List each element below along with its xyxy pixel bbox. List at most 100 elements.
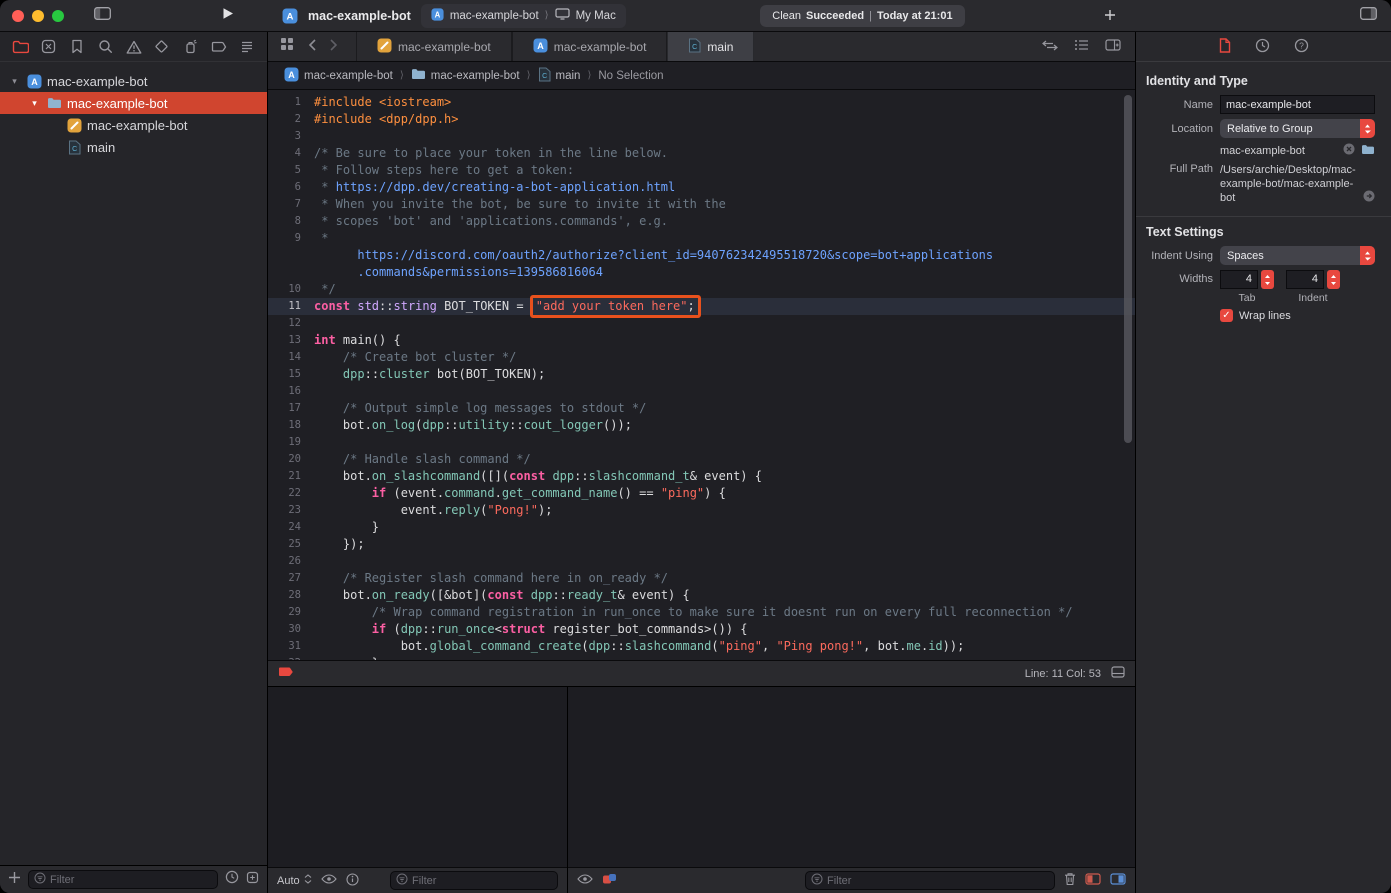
goto-path-arrow-icon[interactable] [1363, 190, 1375, 205]
activity-status[interactable]: Clean Succeeded | Today at 21:01 [760, 5, 964, 27]
find-navigator-icon[interactable] [95, 37, 115, 57]
related-items-icon[interactable] [280, 37, 294, 56]
tab-width-group: 4 Tab [1220, 270, 1274, 304]
test-navigator-icon[interactable] [152, 37, 172, 57]
tree-item[interactable]: mac-example-bot [0, 114, 267, 136]
editor-tab[interactable]: Amac-example-bot [512, 32, 668, 61]
choose-folder-icon[interactable] [1361, 144, 1375, 158]
show-variables-eye-icon[interactable] [321, 874, 337, 887]
new-tab-button[interactable] [1099, 6, 1121, 26]
window-content: ▾Amac-example-bot▾mac-example-botmac-exa… [0, 32, 1391, 893]
code-line: 2#include <dpp/dpp.h> [268, 111, 1135, 128]
clear-console-trash-icon[interactable] [1064, 872, 1076, 889]
source-control-status-filter-icon[interactable] [246, 871, 259, 889]
line-col-indicator: Line: 11 Col: 53 [1025, 668, 1101, 680]
breadcrumb-item[interactable]: Amac-example-bot [284, 67, 393, 85]
code-review-icon[interactable] [1042, 38, 1058, 56]
debug-navigator-icon[interactable] [180, 37, 200, 57]
variables-view[interactable] [268, 687, 567, 867]
add-editor-icon[interactable] [1105, 38, 1121, 56]
console-filter-input[interactable] [827, 875, 1049, 887]
back-chevron-icon[interactable] [308, 38, 316, 56]
indent-width-field[interactable]: 4 [1286, 270, 1324, 289]
line-number: 16 [268, 383, 314, 400]
scheme-target-icon: A [431, 8, 444, 24]
zoom-window-button[interactable] [52, 10, 64, 22]
name-field[interactable] [1220, 95, 1375, 114]
disclosure-chevron-icon[interactable]: ▾ [8, 76, 21, 87]
report-navigator-icon[interactable] [237, 37, 257, 57]
run-button[interactable] [222, 7, 234, 25]
show-output-eye-icon[interactable] [577, 874, 593, 887]
section-divider [1136, 216, 1391, 217]
console-view-toggle-icon[interactable] [1110, 873, 1126, 888]
tab-width-stepper[interactable] [1261, 270, 1274, 289]
tree-item[interactable]: ▾mac-example-bot [0, 92, 267, 114]
variables-filter-field[interactable] [390, 871, 558, 890]
variables-scope-popup[interactable]: Auto [277, 874, 312, 887]
indent-using-value: Spaces [1220, 250, 1360, 262]
line-number: 24 [268, 519, 314, 536]
issue-navigator-icon[interactable] [124, 37, 144, 57]
variables-view-toggle-icon[interactable] [1085, 873, 1101, 888]
code-line: 14 /* Create bot cluster */ [268, 349, 1135, 366]
console-pane-bar [568, 867, 1135, 893]
editor-tab[interactable]: Cmain [667, 32, 754, 61]
console-output[interactable] [568, 687, 1135, 867]
indent-width-stepper[interactable] [1327, 270, 1340, 289]
location-popup[interactable]: Relative to Group [1220, 119, 1375, 138]
tree-item[interactable]: ▾Amac-example-bot [0, 70, 267, 92]
file-reference-row: mac-example-bot [1220, 143, 1375, 158]
quick-help-inspector-icon[interactable]: ? [1294, 38, 1309, 56]
minimize-window-button[interactable] [32, 10, 44, 22]
line-number: 5 [268, 162, 314, 179]
breadcrumb-label: mac-example-bot [304, 70, 393, 82]
breadcrumb-separator: ⟩ [527, 70, 531, 81]
scheme-selector[interactable]: A mac-example-bot ⟩ My Mac [421, 4, 626, 28]
console-filter-field[interactable] [805, 871, 1055, 890]
history-inspector-icon[interactable] [1255, 38, 1270, 56]
source-control-navigator-icon[interactable] [38, 37, 58, 57]
recent-files-filter-icon[interactable] [225, 870, 239, 889]
add-file-button[interactable] [8, 871, 21, 889]
bookmark-navigator-icon[interactable] [67, 37, 87, 57]
disclosure-chevron-icon[interactable]: ▾ [28, 98, 41, 109]
inspector-tab-strip: ? [1136, 32, 1391, 62]
line-number: 18 [268, 417, 314, 434]
project-navigator-icon[interactable] [10, 37, 30, 57]
variables-filter-input[interactable] [412, 875, 552, 887]
file-inspector-panel: Identity and Type Name Location Relative… [1136, 62, 1391, 893]
line-number: 19 [268, 434, 314, 451]
info-icon[interactable] [346, 873, 359, 889]
indent-using-popup[interactable]: Spaces [1220, 246, 1375, 265]
scheme-name[interactable]: mac-example-bot [450, 10, 539, 22]
scheme-destination[interactable]: My Mac [576, 10, 616, 22]
breadcrumb-item[interactable]: No Selection [598, 70, 663, 82]
file-inspector-icon[interactable] [1219, 38, 1231, 56]
close-window-button[interactable] [12, 10, 24, 22]
code-line: 29 /* Wrap command registration in run_o… [268, 604, 1135, 621]
breakpoints-toggle-icon[interactable] [278, 666, 295, 681]
popup-arrows-icon [1360, 119, 1375, 138]
wrap-lines-checkbox[interactable]: ✓ [1220, 309, 1233, 322]
editor-options-icon[interactable] [1074, 38, 1089, 56]
editor-tab[interactable]: mac-example-bot [356, 32, 512, 61]
navigator-filter-field[interactable] [28, 870, 218, 889]
code-area[interactable]: 1#include <iostream>2#include <dpp/dpp.h… [268, 90, 1135, 660]
tab-width-field[interactable]: 4 [1220, 270, 1258, 289]
navigator-filter-input[interactable] [50, 874, 212, 886]
tree-item[interactable]: Cmain [0, 136, 267, 158]
line-number [268, 247, 314, 264]
console-io-icon[interactable] [602, 873, 617, 888]
toggle-navigator-icon[interactable] [94, 7, 111, 25]
toggle-inspector-icon[interactable] [1360, 7, 1377, 25]
breakpoint-navigator-icon[interactable] [209, 37, 229, 57]
breadcrumb-item[interactable]: Cmain [538, 67, 581, 85]
editor-scrollbar[interactable] [1124, 95, 1132, 443]
cpp-file-icon: C [688, 38, 701, 56]
popup-arrows-icon [1360, 246, 1375, 265]
breadcrumb-item[interactable]: mac-example-bot [411, 68, 520, 83]
forward-chevron-icon[interactable] [330, 38, 338, 56]
clear-location-icon[interactable] [1343, 143, 1355, 158]
editor-layout-icon[interactable] [1111, 666, 1125, 681]
